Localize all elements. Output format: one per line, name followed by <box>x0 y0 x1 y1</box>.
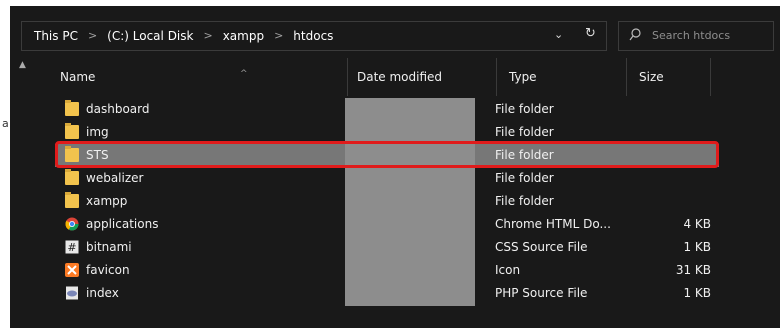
cropped-glyph: a <box>2 117 9 130</box>
folder-icon <box>65 169 79 185</box>
redacted-date-column <box>345 98 475 306</box>
breadcrumb: This PC > (C:) Local Disk > xampp > htdocs <box>34 28 333 43</box>
column-header: ▲ Name ^ Date modified Type Size <box>19 58 775 96</box>
search-input[interactable]: Search htdocs <box>618 21 774 51</box>
file-name: applications <box>86 217 159 231</box>
search-placeholder: Search htdocs <box>652 29 731 42</box>
file-size: 1 KB <box>683 286 711 300</box>
address-bar[interactable]: This PC > (C:) Local Disk > xampp > htdocs ⌄ ↻ <box>21 21 607 51</box>
column-name-label: Name <box>60 70 96 84</box>
file-name: dashboard <box>86 102 150 116</box>
file-size: 1 KB <box>683 240 711 254</box>
file-name: favicon <box>86 263 130 277</box>
file-type: PHP Source File <box>495 286 588 300</box>
file-type: Icon <box>495 263 521 277</box>
file-name: xampp <box>86 194 128 208</box>
search-icon <box>629 28 641 41</box>
file-size: 31 KB <box>675 263 711 277</box>
file-type: File folder <box>495 171 554 185</box>
file-type: File folder <box>495 125 554 139</box>
chrome-icon <box>65 217 79 231</box>
file-type: CSS Source File <box>495 240 588 254</box>
chevron-right-icon: > <box>203 29 213 42</box>
file-type: File folder <box>495 102 554 116</box>
css-file-icon: # <box>65 240 79 254</box>
column-size[interactable]: Size <box>627 58 711 96</box>
highlight-annotation <box>55 141 719 168</box>
breadcrumb-item-xampp[interactable]: xampp <box>223 29 264 43</box>
column-name[interactable]: Name ^ <box>40 58 348 96</box>
file-type: File folder <box>495 194 554 208</box>
bottom-margin <box>10 328 780 333</box>
file-name: index <box>86 286 119 300</box>
folder-icon <box>65 100 79 116</box>
scroll-up-icon[interactable]: ▲ <box>19 60 26 70</box>
column-date-modified-label: Date modified <box>357 70 443 84</box>
file-name: img <box>86 125 109 139</box>
breadcrumb-item-local-disk[interactable]: (C:) Local Disk <box>107 29 193 43</box>
breadcrumb-item-this-pc[interactable]: This PC <box>34 29 78 43</box>
file-name: bitnami <box>86 240 132 254</box>
column-type[interactable]: Type <box>497 58 627 96</box>
chevron-right-icon: > <box>274 29 284 42</box>
chevron-down-icon[interactable]: ⌄ <box>554 28 563 41</box>
php-file-icon <box>66 286 78 300</box>
svg-text:#: # <box>67 241 76 254</box>
breadcrumb-item-htdocs[interactable]: htdocs <box>293 29 333 43</box>
column-size-label: Size <box>639 70 664 84</box>
file-type: Chrome HTML Do... <box>495 217 611 231</box>
column-type-label: Type <box>509 70 537 84</box>
column-date-modified[interactable]: Date modified <box>348 58 497 96</box>
file-name: webalizer <box>86 171 144 185</box>
sort-ascending-icon: ^ <box>240 69 248 79</box>
xampp-icon <box>65 263 79 277</box>
chevron-right-icon: > <box>87 29 98 42</box>
left-margin: a <box>0 0 10 333</box>
refresh-icon[interactable]: ↻ <box>585 26 596 41</box>
folder-icon <box>65 192 79 208</box>
file-size: 4 KB <box>683 217 711 231</box>
folder-icon <box>65 123 79 139</box>
